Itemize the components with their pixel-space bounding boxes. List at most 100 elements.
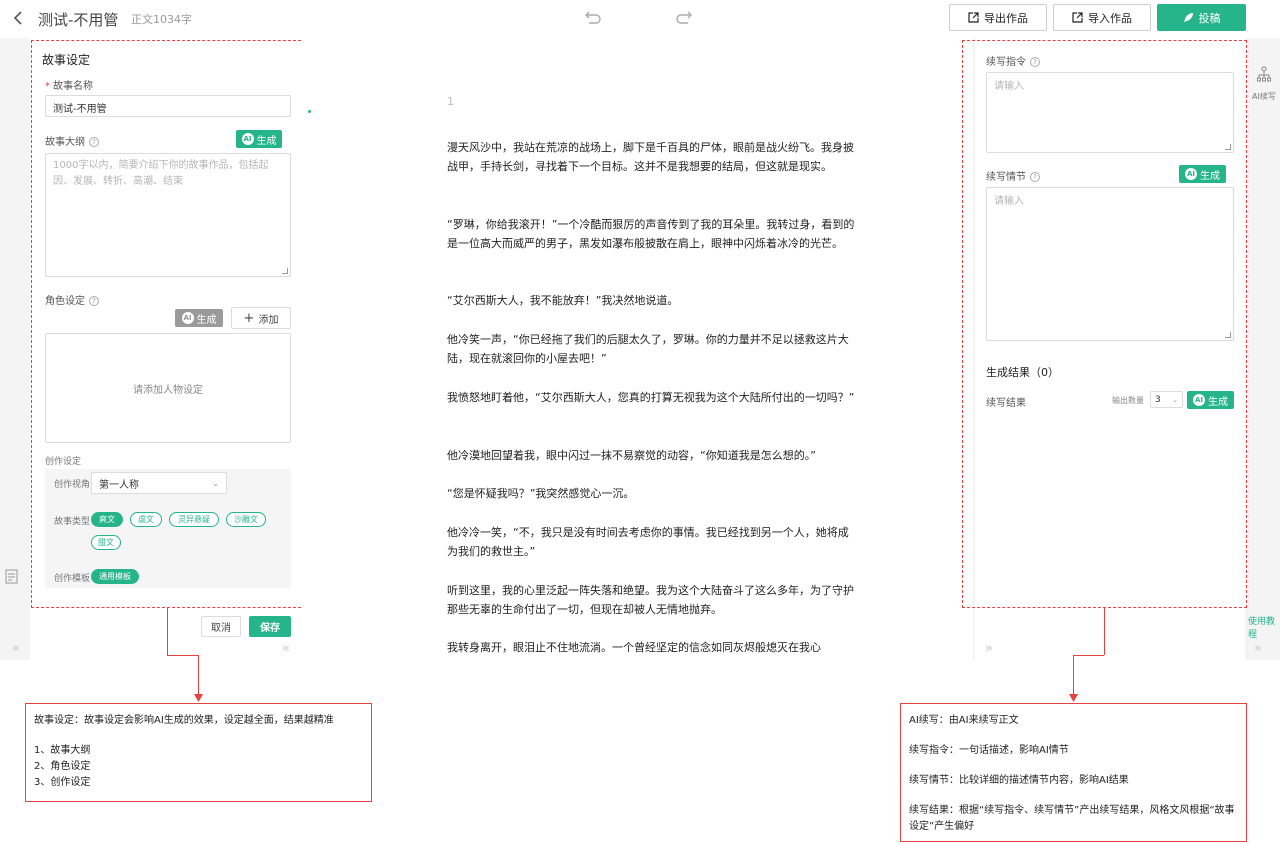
- plus-icon: +: [243, 310, 255, 326]
- results-generate-label: 生成: [1208, 396, 1228, 408]
- editor-paragraph[interactable]: “您是怀疑我吗？”我突然感觉心一沉。: [447, 484, 857, 503]
- save-button[interactable]: 保存: [249, 616, 291, 637]
- export-icon: [968, 12, 979, 23]
- character-empty-text: 请添加人物设定: [133, 384, 203, 396]
- annotation-item: 2、角色设定: [34, 761, 91, 772]
- annotation-arrow-icon: [194, 694, 203, 702]
- help-icon[interactable]: ?: [89, 137, 99, 147]
- undo-icon[interactable]: [584, 8, 602, 26]
- expand-right-icon[interactable]: »: [1254, 641, 1262, 656]
- instruction-placeholder: 请输入: [994, 81, 1024, 92]
- story-outline-placeholder: 1000字以内，简要介绍下你的故事作品，包括起因、发展、转折、高潮、结束: [53, 160, 269, 187]
- collapse-left-icon[interactable]: «: [12, 641, 20, 656]
- tag-type-5[interactable]: 甜文: [91, 535, 121, 550]
- chevron-down-icon: ⌄: [212, 478, 219, 488]
- resize-handle[interactable]: [1225, 144, 1231, 150]
- expand-right-panel-icon[interactable]: »: [985, 641, 993, 656]
- collapse-panel-icon[interactable]: «: [282, 641, 290, 656]
- annotation-connector: [1104, 608, 1105, 655]
- help-icon[interactable]: ?: [1030, 172, 1040, 182]
- back-arrow-icon[interactable]: [12, 8, 26, 28]
- annotation-connector: [1073, 655, 1104, 656]
- template-tag[interactable]: 通用模板: [91, 569, 139, 584]
- story-name-input[interactable]: 测试-不用管: [45, 95, 291, 117]
- character-add-button[interactable]: + 添加: [231, 307, 291, 329]
- editor-paragraph[interactable]: 漫天风沙中，我站在荒凉的战场上，脚下是千百具的尸体，眼前是战火纷飞。我身披战甲，…: [447, 138, 857, 176]
- plot-generate-label: 生成: [1200, 170, 1220, 182]
- plot-textarea[interactable]: 请输入: [986, 187, 1234, 341]
- help-icon[interactable]: ?: [1030, 57, 1040, 67]
- cancel-button[interactable]: 取消: [201, 616, 241, 637]
- instruction-textarea[interactable]: 请输入: [986, 72, 1234, 153]
- story-type-label: 故事类型: [54, 517, 91, 527]
- template-label: 创作模板: [54, 574, 91, 584]
- tag-type-4[interactable]: 沙雕文: [226, 512, 266, 527]
- story-name-label-text: 故事名称: [53, 81, 93, 92]
- document-title: 测试-不用管: [38, 11, 119, 29]
- chevron-down-icon: ⌄: [1172, 395, 1178, 404]
- editor-paragraph[interactable]: 他冷冷一笑，“不，我只是没有时间去考虑你的事情。我已经找到另一个人，她将成为我们…: [447, 523, 857, 561]
- outline-generate-label: 生成: [256, 135, 277, 147]
- redo-icon[interactable]: [675, 8, 693, 26]
- resize-handle[interactable]: [282, 268, 288, 274]
- character-empty-area: 请添加人物设定: [45, 333, 291, 443]
- tutorial-link[interactable]: 使用教程: [1248, 614, 1280, 640]
- story-outline-textarea[interactable]: 1000字以内，简要介绍下你的故事作品，包括起因、发展、转折、高潮、结束: [45, 153, 291, 277]
- ai-continue-rail-label[interactable]: AI续写: [1252, 91, 1276, 102]
- count-select[interactable]: 3 ⌄: [1150, 391, 1183, 408]
- submit-label: 投稿: [1198, 11, 1221, 25]
- results-heading: 生成结果（0）: [986, 366, 1059, 379]
- editor-paragraph[interactable]: 我转身离开，眼泪止不住地流淌。一个曾经坚定的信念如同灰烬般熄灭在我心: [447, 638, 857, 657]
- word-count: 正文1034字: [131, 13, 192, 26]
- annotation-line: 续写情节：比较详细的描述情节内容，影响AI结果: [909, 775, 1129, 786]
- annotation-item: 1、故事大纲: [34, 745, 91, 756]
- results-generate-button[interactable]: AI 生成: [1187, 391, 1234, 409]
- editor-paragraph[interactable]: 听到这里，我的心里泛起一阵失落和绝望。我为这个大陆奋斗了这么多年，为了守护那些无…: [447, 581, 857, 619]
- ai-icon: AI: [1185, 168, 1197, 180]
- ai-continue-rail-icon[interactable]: [1257, 66, 1271, 82]
- story-outline-label: 故事大纲?: [45, 133, 99, 148]
- annotation-connector: [167, 608, 168, 655]
- submit-button[interactable]: 投稿: [1157, 4, 1246, 31]
- import-icon: [1072, 12, 1083, 23]
- ai-continue-annotation: AI续写：由AI来续写正文 续写指令：一句话描述，影响AI情节 续写情节：比较详…: [900, 703, 1247, 842]
- tag-type-3[interactable]: 灵异悬疑: [169, 512, 219, 527]
- rocket-icon: [1183, 13, 1193, 22]
- ai-icon: AI: [1193, 394, 1205, 406]
- import-button[interactable]: 导入作品: [1053, 4, 1151, 31]
- export-label: 导出作品: [984, 11, 1028, 25]
- annotation-line: AI续写：由AI来续写正文: [909, 715, 1019, 726]
- editor-paragraph[interactable]: 他冷漠地回望着我，眼中闪过一抹不易察觉的动容，“你知道我是怎么想的。”: [447, 446, 857, 465]
- annotation-connector: [167, 655, 198, 656]
- perspective-value: 第一人称: [99, 479, 139, 491]
- character-label: 角色设定?: [45, 292, 99, 307]
- tag-type-1[interactable]: 爽文: [91, 512, 123, 527]
- tag-type-2[interactable]: 虐文: [130, 512, 162, 527]
- character-generate-label: 生成: [196, 314, 217, 326]
- resize-handle[interactable]: [1225, 332, 1231, 338]
- outline-doc-icon[interactable]: [5, 569, 18, 584]
- perspective-select[interactable]: 第一人称 ⌄: [91, 472, 227, 494]
- editor-drag-dot[interactable]: [308, 110, 311, 113]
- annotation-line: 续写指令：一句话描述，影响AI情节: [909, 745, 1069, 756]
- plot-generate-button[interactable]: AI 生成: [1179, 165, 1226, 183]
- perspective-label: 创作视角: [54, 480, 91, 490]
- instruction-label-text: 续写指令: [986, 57, 1026, 68]
- annotation-connector: [1073, 655, 1074, 695]
- story-outline-label-text: 故事大纲: [45, 137, 85, 148]
- story-settings-annotation: 故事设定：故事设定会影响AI生成的效果，设定越全面，结果越精准 1、故事大纲 2…: [25, 703, 372, 802]
- import-label: 导入作品: [1088, 11, 1132, 25]
- count-label: 输出数量: [1112, 396, 1144, 405]
- editor-paragraph[interactable]: 他冷笑一声，“你已经拖了我们的后腿太久了，罗琳。你的力量并不足以拯救这片大陆，现…: [447, 330, 857, 368]
- editor-paragraph[interactable]: “艾尔西斯大人，我不能放弃！”我决然地说道。: [447, 291, 857, 310]
- character-label-text: 角色设定: [45, 296, 85, 307]
- story-settings-heading: 故事设定: [42, 53, 91, 67]
- ai-icon: AI: [241, 133, 254, 145]
- help-icon[interactable]: ?: [89, 296, 99, 306]
- editor-paragraph[interactable]: 我愤怒地盯着他，“艾尔西斯大人，您真的打算无视我为这个大陆所付出的一切吗？”: [447, 388, 857, 407]
- character-generate-button[interactable]: AI 生成: [175, 309, 223, 327]
- editor-paragraph[interactable]: “罗琳，你给我滚开！”一个冷酷而狠厉的声音传到了我的耳朵里。我转过身，看到的是一…: [447, 215, 857, 253]
- outline-generate-button[interactable]: AI 生成: [236, 130, 282, 148]
- export-button[interactable]: 导出作品: [949, 4, 1047, 31]
- annotation-line: 续写结果：根据“续写指令、续写情节”产出续写结果，风格文风根据“故事设定”产生偏…: [909, 805, 1235, 832]
